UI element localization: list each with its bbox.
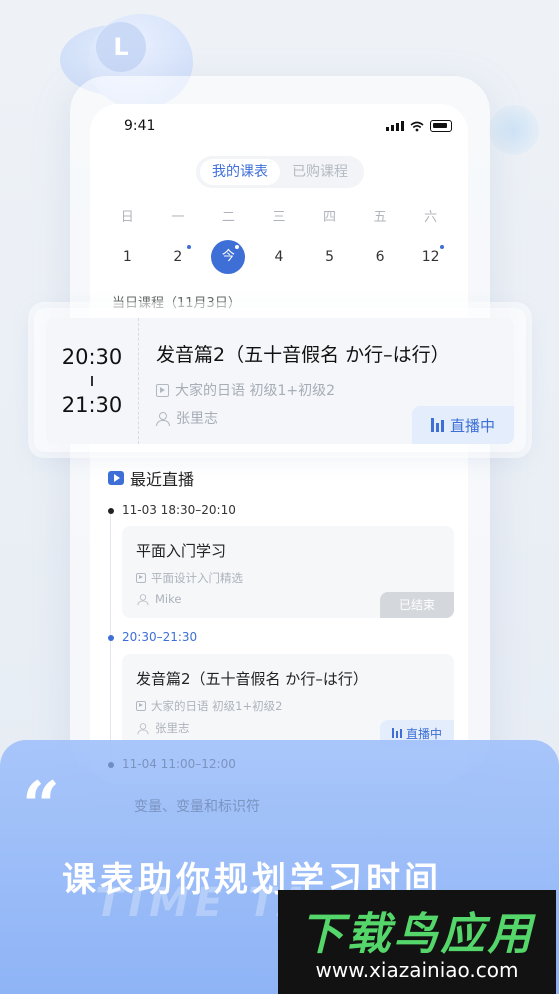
timeline-dot — [108, 635, 114, 641]
teacher-label: Mike — [155, 592, 182, 606]
live-card[interactable]: 平面入门学习 平面设计入门精选 Mike 已结束 — [122, 526, 454, 618]
start-time: 20:30 — [61, 345, 123, 369]
timeline-dot — [108, 762, 114, 768]
status-time: 9:41 — [124, 118, 156, 134]
dashed-divider — [138, 318, 139, 444]
date-cell[interactable]: 4 — [262, 240, 296, 274]
series-label: 大家的日语 初级1+初级2 — [175, 383, 335, 399]
live-bars-icon — [430, 418, 444, 432]
course-title: 发音篇2（五十音假名 か行–は行） — [156, 344, 450, 366]
recent-live-title: 最近直播 — [130, 470, 195, 489]
signal-icon — [386, 121, 404, 131]
date-number: 2 — [173, 249, 183, 265]
watermark-title: 下载鸟应用 — [299, 909, 535, 960]
decor-glow — [489, 105, 539, 155]
featured-course-card[interactable]: 20:30 21:30 发音篇2（五十音假名 か行–は行） 大家的日语 初级1+… — [46, 318, 514, 444]
live-status-label: 直播中 — [405, 726, 442, 741]
end-time: 21:30 — [61, 393, 123, 417]
schedule-tabs: 我的课表 已购课程 — [196, 156, 364, 188]
date-number: 1 — [122, 249, 132, 265]
weekday-label: 五 — [373, 210, 387, 225]
card-teacher: 张里志 — [136, 720, 190, 736]
live-card[interactable]: 发音篇2（五十音假名 か行–は行） 大家的日语 初级1+初级2 张里志 直播中 — [122, 654, 454, 746]
live-status-label: 直播中 — [449, 416, 495, 435]
course-series: 大家的日语 初级1+初级2 — [156, 380, 335, 400]
weekday-label: 三 — [272, 210, 286, 225]
weekday-label: 二 — [221, 210, 235, 225]
weekday-row: 日 一 二 三 四 五 六 — [90, 206, 468, 225]
card-title: 发音篇2（五十音假名 か行–は行） — [136, 670, 368, 688]
timeline-time-faded: 11-04 11:00–12:00 — [122, 757, 236, 771]
timeline-time: 20:30–21:30 — [122, 630, 198, 644]
has-class-dot — [186, 245, 191, 249]
date-cell[interactable]: 5 — [313, 240, 347, 274]
date-cell[interactable]: 2 — [161, 240, 195, 274]
date-row: 1 2 今 4 5 6 12 — [90, 240, 468, 274]
date-cell-today[interactable]: 今 — [211, 240, 246, 274]
weekday-label: 六 — [424, 210, 438, 225]
user-icon — [137, 723, 149, 735]
video-icon — [136, 573, 146, 583]
date-number: 12 — [421, 249, 440, 265]
weekday-label: 一 — [171, 210, 185, 225]
date-cell[interactable]: 1 — [110, 240, 144, 274]
date-cell[interactable]: 6 — [363, 240, 397, 274]
battery-icon — [430, 120, 452, 132]
has-class-dot — [235, 245, 240, 249]
timeline-dot — [108, 508, 114, 514]
course-teacher: 张里志 — [156, 408, 218, 428]
card-title: 平面入门学习 — [136, 542, 227, 560]
series-label: 平面设计入门精选 — [151, 571, 243, 585]
watermark: 下载鸟应用 www.xiazainiao.com — [278, 890, 556, 994]
date-number: 今 — [221, 249, 235, 264]
ended-badge: 已结束 — [380, 592, 454, 618]
tab-my-schedule[interactable]: 我的课表 — [200, 159, 280, 185]
date-cell[interactable]: 12 — [414, 240, 448, 274]
teacher-label: 张里志 — [155, 721, 190, 735]
card-teacher: Mike — [136, 592, 181, 606]
recent-live-heading: 最近直播 — [108, 466, 194, 490]
card-series: 平面设计入门精选 — [136, 570, 243, 586]
teacher-label: 张里志 — [176, 411, 218, 427]
timeline-time: 11-03 18:30–20:10 — [122, 503, 236, 517]
time-column: 20:30 21:30 — [46, 318, 138, 444]
weekday-label: 日 — [120, 210, 134, 225]
live-tv-icon — [108, 471, 124, 485]
quote-mark: “ — [22, 767, 60, 845]
user-icon — [137, 594, 149, 606]
date-number: 5 — [325, 249, 334, 265]
has-class-dot — [439, 245, 444, 249]
card-title-faded: 变量、变量和标识符 — [134, 799, 260, 815]
card-series: 大家的日语 初级1+初级2 — [136, 698, 282, 714]
series-label: 大家的日语 初级1+初级2 — [151, 699, 283, 713]
watermark-url: www.xiazainiao.com — [315, 958, 519, 982]
video-icon — [156, 383, 169, 397]
date-number: 4 — [274, 249, 284, 265]
user-icon — [156, 412, 170, 426]
clock-icon: L — [96, 22, 146, 72]
live-bars-icon — [391, 728, 402, 738]
time-separator — [91, 376, 93, 386]
weekday-label: 四 — [323, 210, 337, 225]
video-icon — [136, 701, 146, 711]
live-status-badge[interactable]: 直播中 — [412, 406, 514, 444]
date-number: 6 — [375, 249, 385, 265]
status-icons — [386, 120, 452, 132]
wifi-icon — [410, 121, 424, 131]
tab-purchased[interactable]: 已购课程 — [280, 159, 360, 185]
